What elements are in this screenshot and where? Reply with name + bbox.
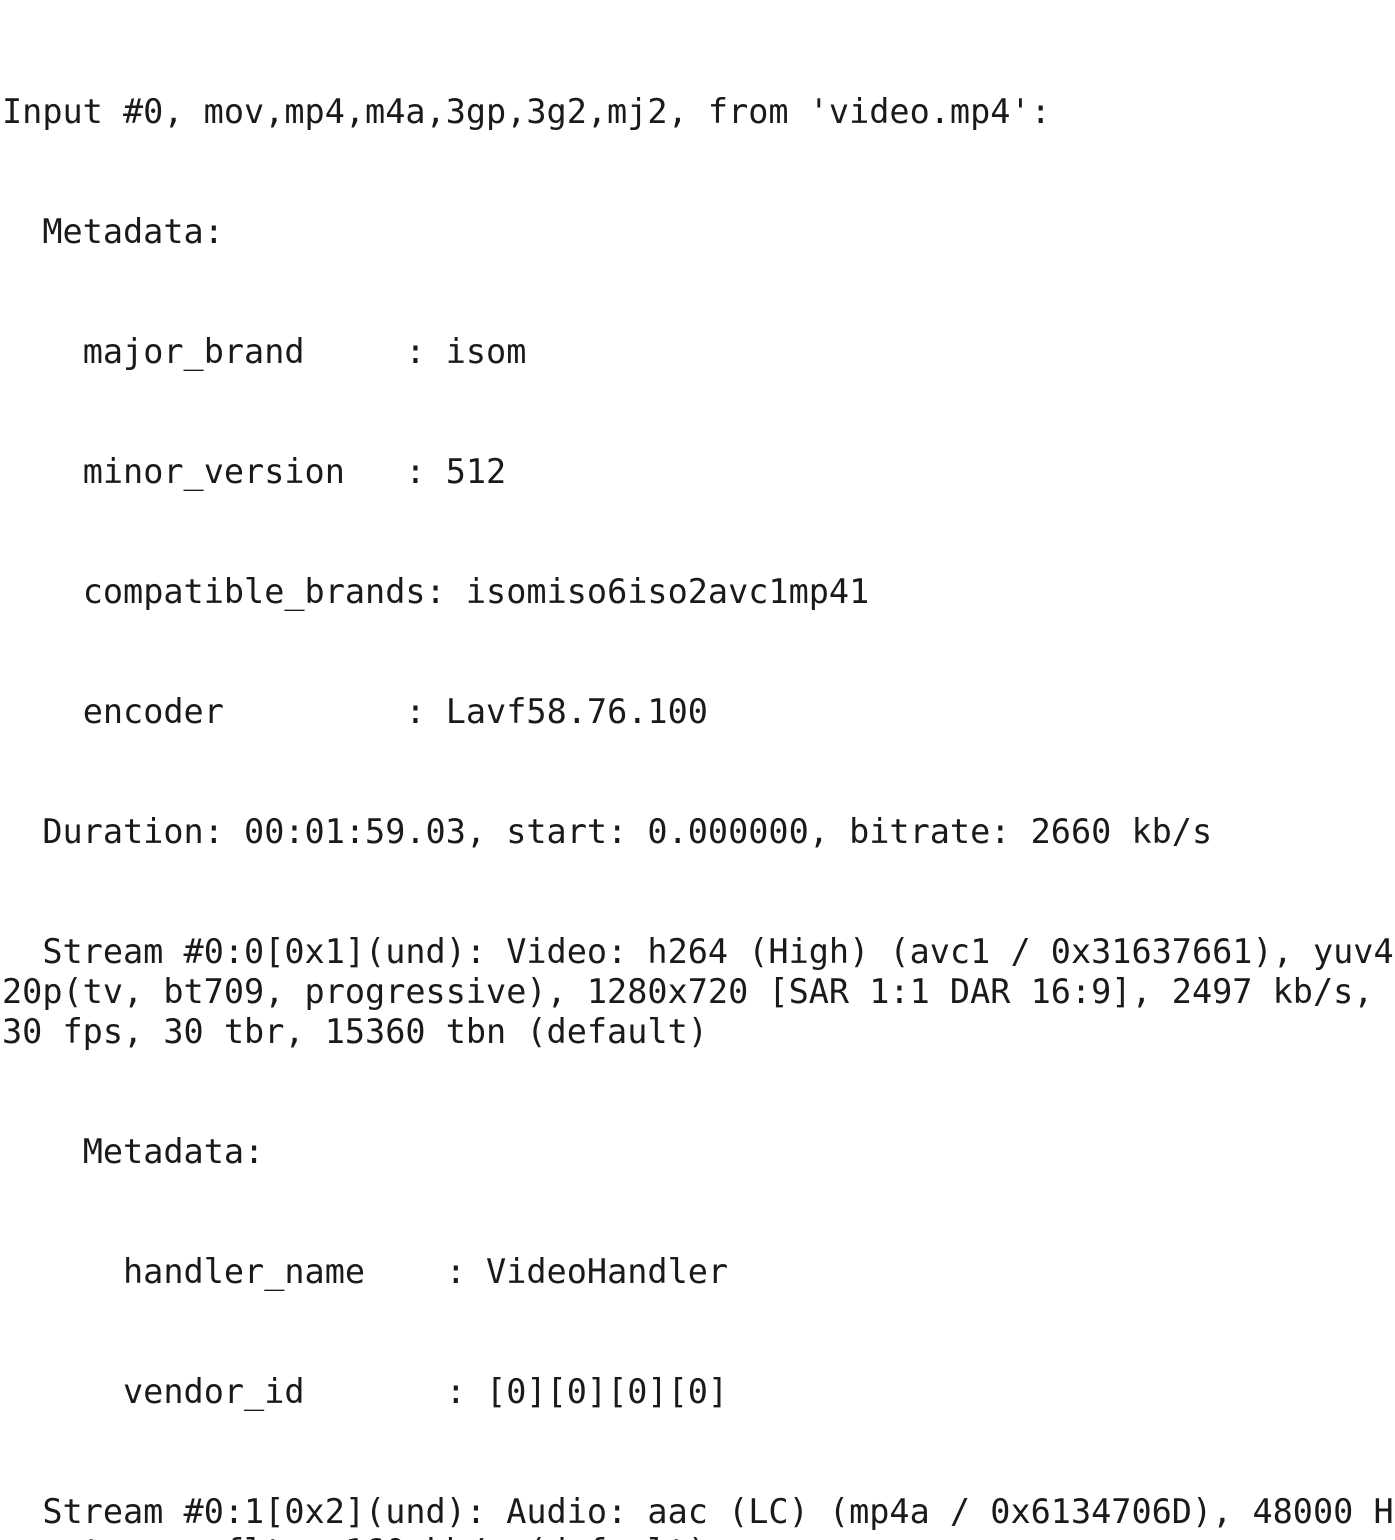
log-line-duration: Duration: 00:01:59.03, start: 0.000000, … <box>2 812 1213 851</box>
log-line-video-handler-name: handler_name : VideoHandler <box>2 1252 729 1291</box>
log-line-major-brand: major_brand : isom <box>2 332 527 371</box>
log-line-input-header: Input #0, mov,mp4,m4a,3gp,3g2,mj2, from … <box>2 92 1051 131</box>
log-line-video-metadata: Metadata: <box>2 1132 265 1171</box>
log-line-encoder: encoder : Lavf58.76.100 <box>2 692 708 731</box>
log-line-video-vendor-id: vendor_id : [0][0][0][0] <box>2 1372 729 1411</box>
log-line-metadata-header: Metadata: <box>2 212 224 251</box>
log-line-audio-stream: Stream #0:1[0x2](und): Audio: aac (LC) (… <box>2 1492 1394 1540</box>
terminal-output-pane[interactable]: Input #0, mov,mp4,m4a,3gp,3g2,mj2, from … <box>0 0 1395 1540</box>
log-line-compatible-brands: compatible_brands: isomiso6iso2avc1mp41 <box>2 572 870 611</box>
log-line-video-stream: Stream #0:0[0x1](und): Video: h264 (High… <box>2 932 1394 1051</box>
log-line-minor-version: minor_version : 512 <box>2 452 507 491</box>
